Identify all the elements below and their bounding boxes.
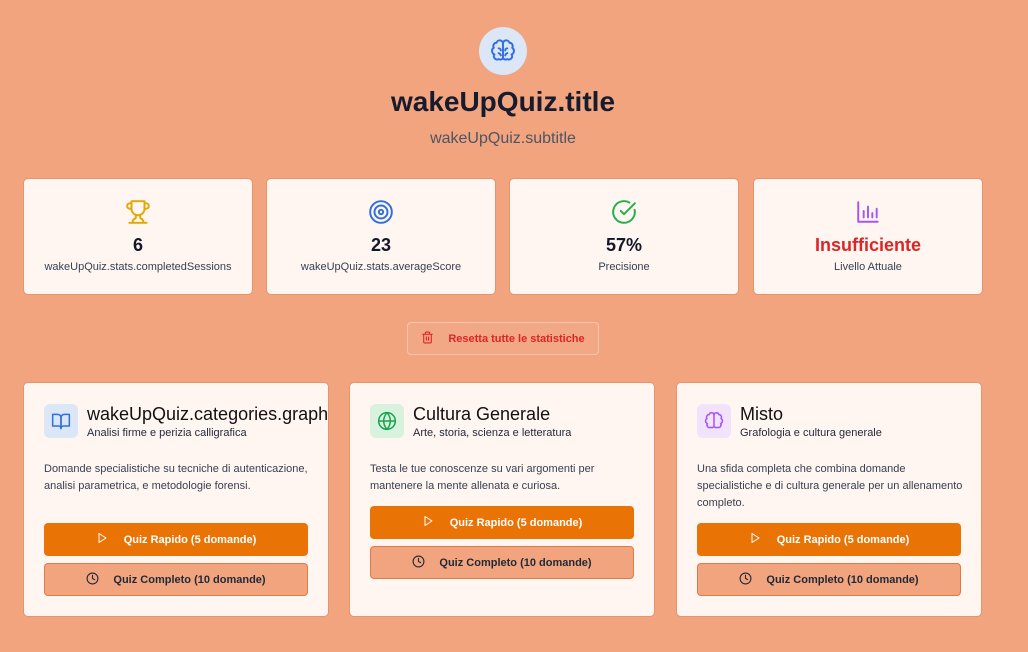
- full-quiz-button[interactable]: Quiz Completo (10 domande): [697, 563, 961, 596]
- quick-quiz-button[interactable]: Quiz Rapido (5 domande): [44, 523, 308, 556]
- full-quiz-label: Quiz Completo (10 domande): [113, 573, 266, 586]
- play-icon: [749, 532, 761, 547]
- stat-card-completed-sessions: 6 wakeUpQuiz.stats.completedSessions: [23, 178, 253, 295]
- clock-icon: [739, 572, 752, 588]
- category-description: Testa le tue conoscenze su vari argoment…: [370, 463, 595, 492]
- category-name: wakeUpQuiz.categories.graphology: [87, 404, 329, 424]
- target-icon: [267, 199, 495, 225]
- category-subtitle: Analisi firme e perizia calligrafica: [87, 427, 247, 439]
- globe-icon: [370, 404, 404, 438]
- check-circle-icon: [510, 199, 738, 225]
- stat-value: 6: [132, 235, 143, 255]
- stat-card-average-score: 23 wakeUpQuiz.stats.averageScore: [266, 178, 496, 295]
- category-subtitle: Arte, storia, scienza e letteratura: [413, 427, 572, 439]
- book-icon: [44, 404, 78, 438]
- quick-quiz-label: Quiz Rapido (5 domande): [449, 516, 583, 529]
- category-card-general-culture: Cultura Generale Arte, storia, scienza e…: [349, 382, 655, 617]
- category-card-graphology: wakeUpQuiz.categories.graphology Analisi…: [23, 382, 329, 617]
- page-subtitle: wakeUpQuiz.subtitle: [430, 130, 576, 147]
- clock-icon: [412, 555, 425, 571]
- stat-card-precision: 57% Precisione: [509, 178, 739, 295]
- quick-quiz-label: Quiz Rapido (5 domande): [123, 533, 257, 546]
- full-quiz-button[interactable]: Quiz Completo (10 domande): [370, 546, 634, 579]
- reset-stats-label: Resetta tutte le statistiche: [448, 332, 585, 345]
- reset-stats-button[interactable]: Resetta tutte le statistiche: [407, 322, 599, 355]
- category-name: Cultura Generale: [413, 404, 551, 424]
- play-icon: [422, 515, 434, 530]
- full-quiz-label: Quiz Completo (10 domande): [439, 556, 592, 569]
- stat-value: 57%: [605, 235, 643, 255]
- brain-icon: [479, 27, 527, 75]
- stat-label: Livello Attuale: [834, 261, 902, 273]
- quick-quiz-button[interactable]: Quiz Rapido (5 domande): [697, 523, 961, 556]
- page-title: wakeUpQuiz.title: [390, 86, 616, 117]
- stat-label: wakeUpQuiz.stats.averageScore: [300, 261, 462, 273]
- full-quiz-button[interactable]: Quiz Completo (10 domande): [44, 563, 308, 596]
- quick-quiz-label: Quiz Rapido (5 domande): [776, 533, 910, 546]
- category-description: Domande specialistiche su tecniche di au…: [44, 463, 308, 492]
- clock-icon: [86, 572, 99, 588]
- stat-label: wakeUpQuiz.stats.completedSessions: [44, 261, 232, 273]
- stat-value: Insufficiente: [814, 235, 921, 255]
- bar-chart-icon: [754, 199, 982, 225]
- brain-icon: [697, 404, 731, 438]
- play-icon: [96, 532, 108, 547]
- category-description: Una sfida completa che combina domande s…: [697, 463, 963, 509]
- stat-card-current-level: Insufficiente Livello Attuale: [753, 178, 983, 295]
- stat-label: Precisione: [598, 261, 650, 273]
- category-name: Misto: [740, 404, 784, 424]
- full-quiz-label: Quiz Completo (10 domande): [766, 573, 919, 586]
- trophy-icon: [24, 199, 252, 225]
- category-card-mixed: Misto Grafologia e cultura generale Una …: [676, 382, 982, 617]
- category-subtitle: Grafologia e cultura generale: [740, 427, 882, 439]
- trash-icon: [421, 331, 434, 347]
- stat-value: 23: [370, 235, 392, 255]
- quick-quiz-button[interactable]: Quiz Rapido (5 domande): [370, 506, 634, 539]
